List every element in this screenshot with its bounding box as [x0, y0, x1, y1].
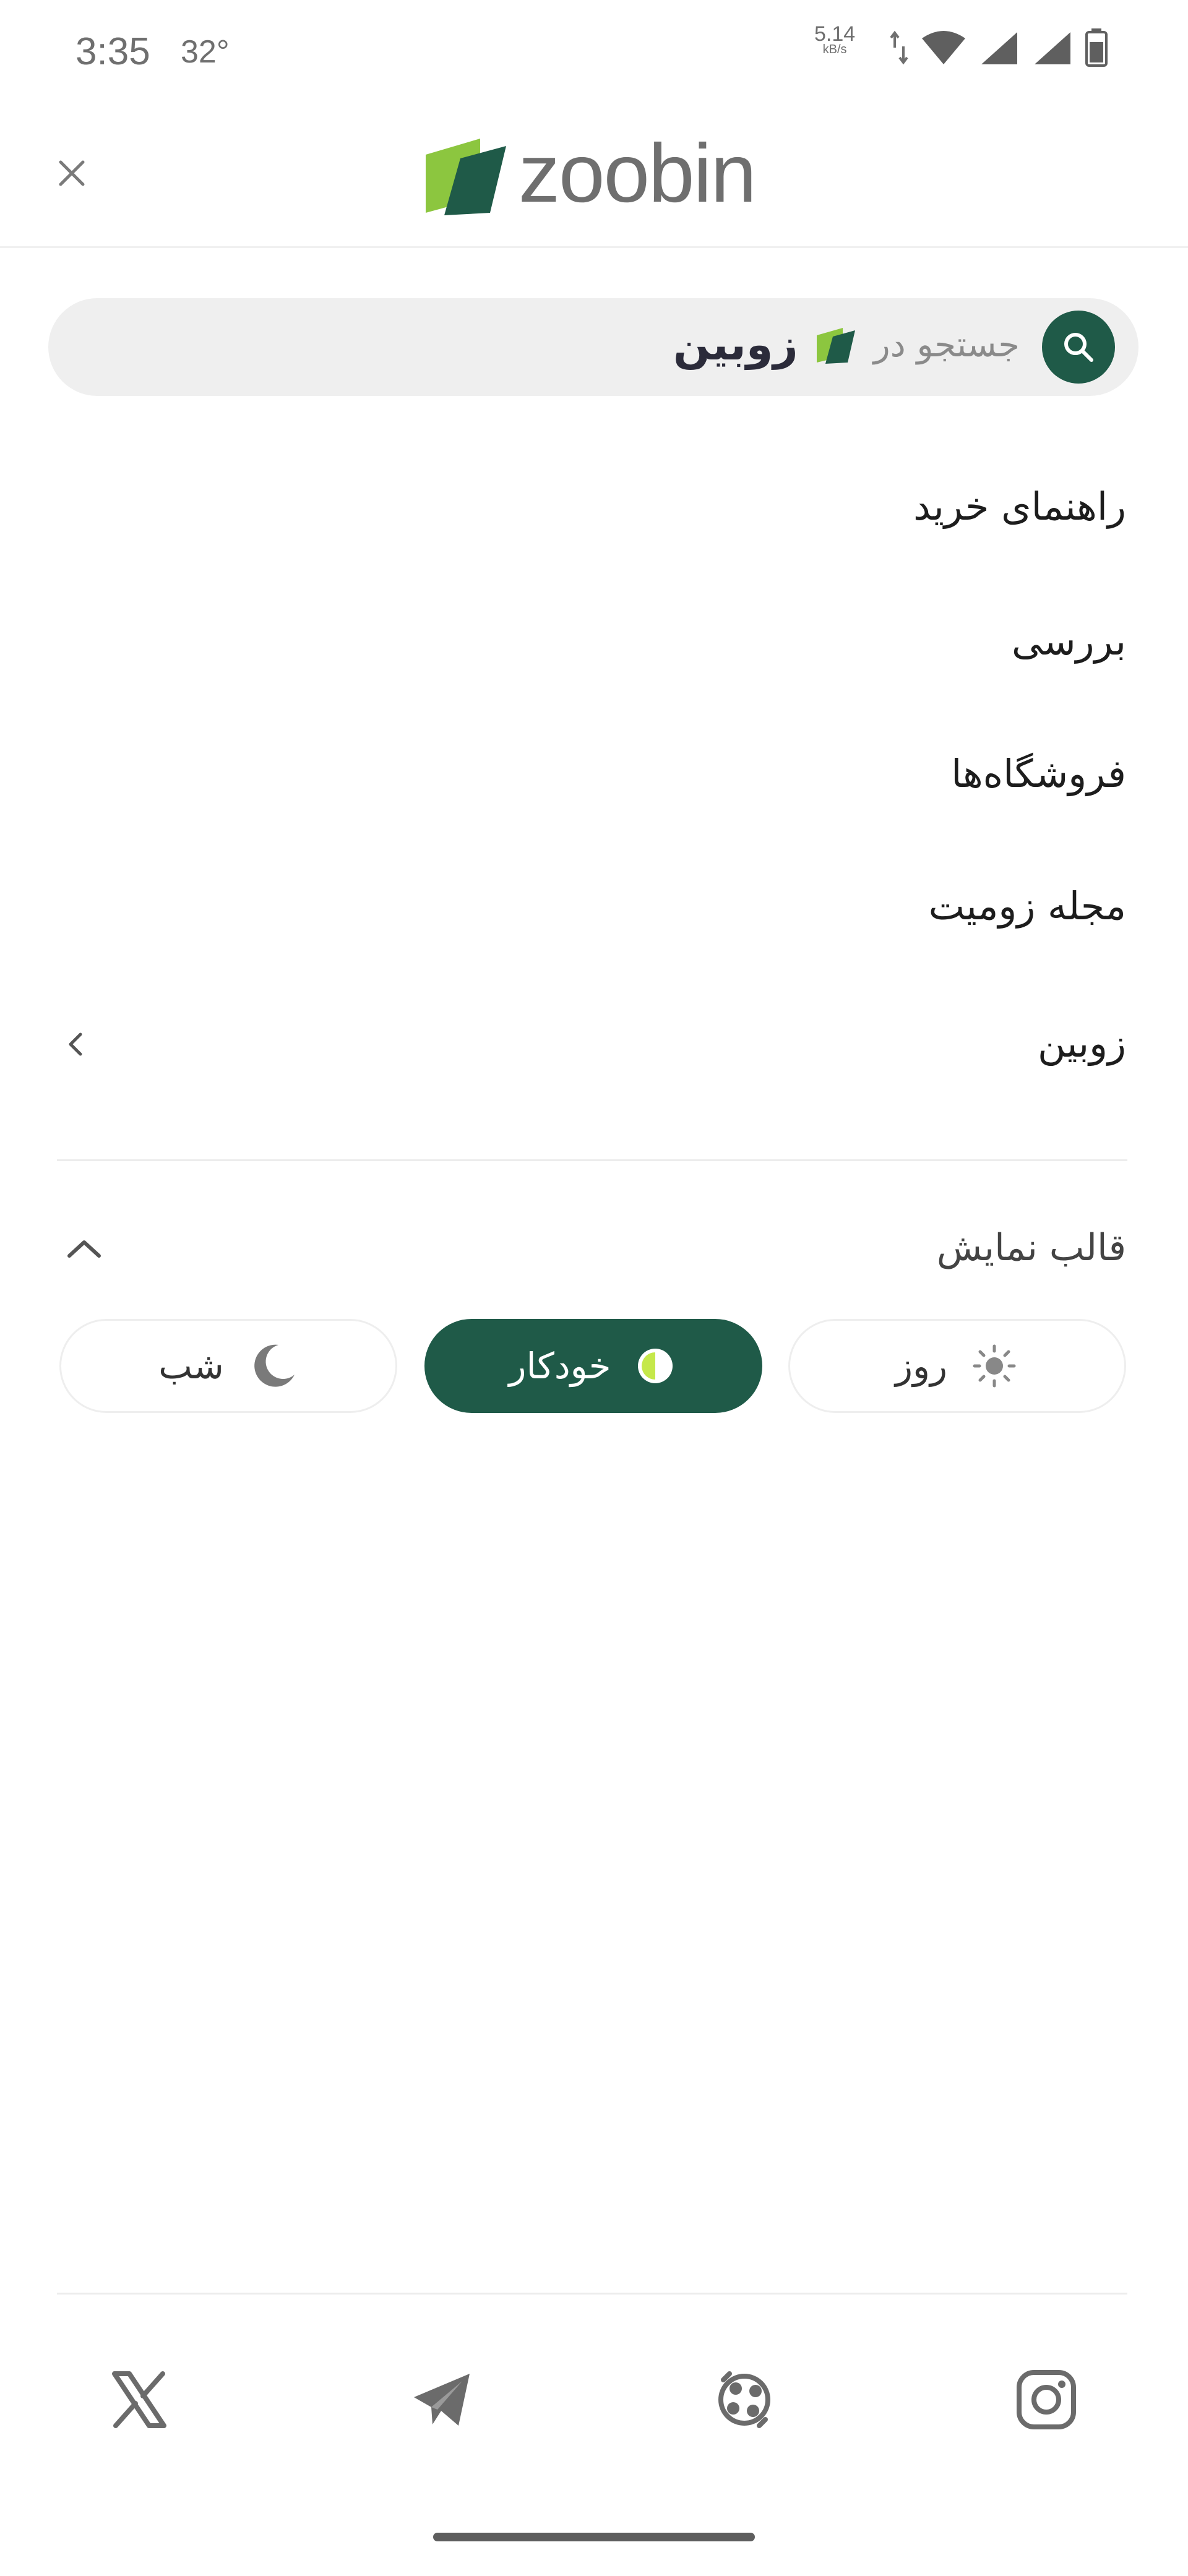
sun-icon: [973, 1344, 1016, 1388]
moon-icon: [254, 1344, 295, 1387]
theme-option-label: شب: [158, 1345, 224, 1387]
theme-option-auto[interactable]: خودکار: [424, 1319, 762, 1413]
menu-divider: [57, 1159, 1127, 1161]
instagram-link[interactable]: [1012, 2366, 1080, 2434]
menu-item-stores[interactable]: فروشگاه‌ها: [951, 751, 1126, 796]
theme-option-label: روز: [895, 1345, 948, 1387]
menu-item-buying-guide[interactable]: راهنمای خرید: [913, 484, 1126, 529]
search-placeholder: جستجو در زوبین: [673, 319, 1020, 370]
half-circle-icon: [638, 1349, 673, 1383]
x-link[interactable]: [105, 2366, 173, 2434]
search-brand: زوبین: [673, 319, 798, 370]
search-prefix: جستجو در: [873, 324, 1020, 365]
telegram-link[interactable]: [408, 2366, 476, 2434]
menu-item-zoomit-magazine[interactable]: مجله زومیت: [929, 883, 1126, 929]
signal-icon: [1035, 32, 1070, 64]
brand-logo[interactable]: zoobin: [421, 127, 757, 220]
aparat-icon: [718, 2371, 770, 2428]
wifi-icon: [922, 31, 965, 64]
instagram-icon: [1017, 2370, 1076, 2429]
chevron-left-icon[interactable]: [59, 1027, 94, 1062]
arrows-icon: [890, 30, 908, 65]
status-icons: [890, 28, 1108, 67]
search-bar[interactable]: جستجو در زوبین: [48, 298, 1138, 396]
status-time: 3:35: [75, 30, 150, 73]
x-icon: [112, 2371, 166, 2428]
chevron-up-icon[interactable]: [59, 1232, 109, 1267]
signal-icon: [981, 32, 1017, 64]
theme-option-night[interactable]: شب: [59, 1319, 397, 1413]
close-icon[interactable]: [52, 153, 92, 193]
search-button[interactable]: [1042, 311, 1115, 384]
menu-item-review[interactable]: بررسی: [1012, 619, 1126, 664]
theme-option-label: خودکار: [509, 1345, 611, 1387]
status-net-speed: 5.14 kB/s: [814, 24, 855, 56]
footer-divider: [57, 2293, 1127, 2295]
telegram-icon: [414, 2374, 470, 2426]
theme-option-day[interactable]: روز: [788, 1319, 1126, 1413]
aparat-link[interactable]: [710, 2366, 778, 2434]
logo-mark-icon: [426, 139, 506, 215]
battery-icon: [1085, 28, 1108, 67]
brand-name: zoobin: [519, 127, 757, 220]
home-indicator[interactable]: [433, 2533, 755, 2541]
theme-title: قالب نمایش: [936, 1226, 1126, 1269]
menu-item-zoobin[interactable]: زوبین: [1038, 1021, 1126, 1066]
header-divider: [0, 246, 1188, 248]
status-temperature: 32°: [181, 34, 230, 70]
search-icon: [1064, 333, 1093, 362]
logo-mark-icon: [816, 328, 855, 364]
